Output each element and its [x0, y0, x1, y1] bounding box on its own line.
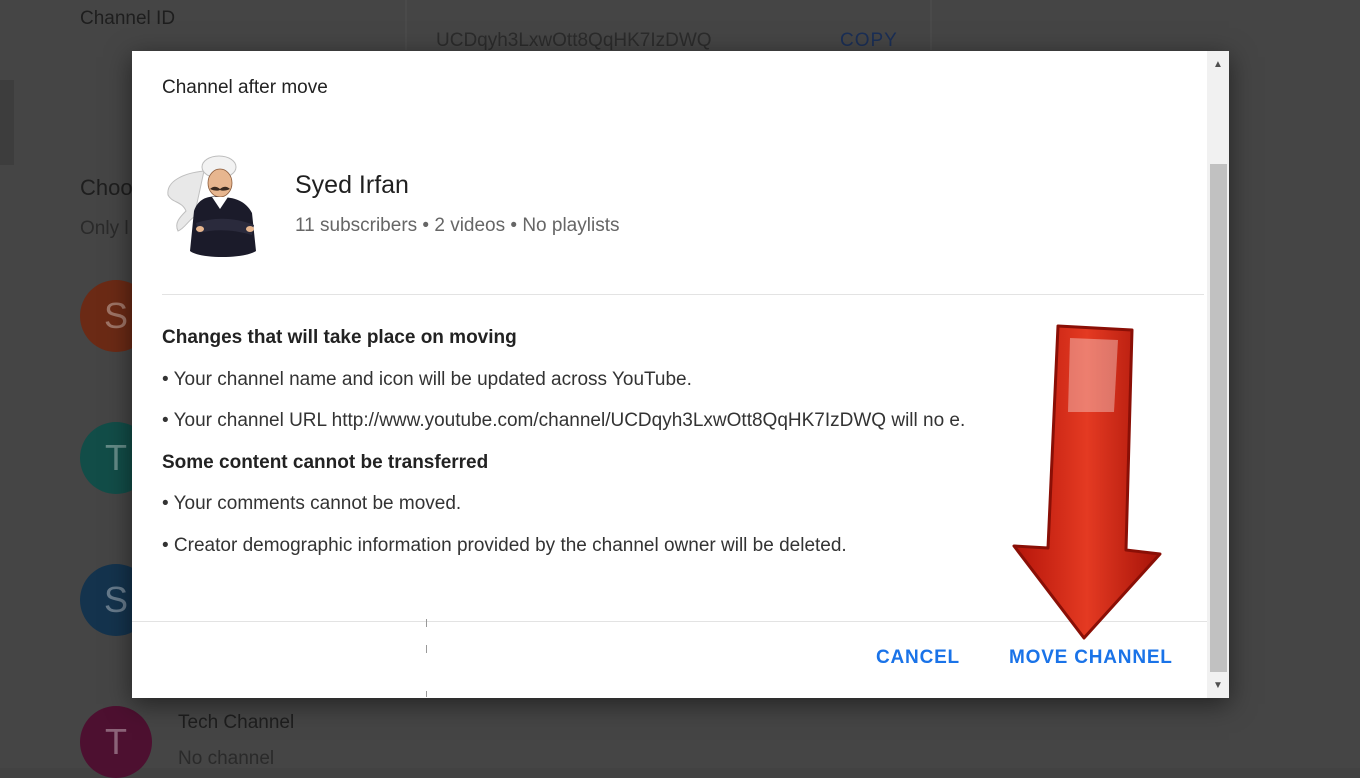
- background-panel-edge: [0, 80, 14, 165]
- channel-name: Syed Irfan: [295, 171, 409, 199]
- divider: [162, 294, 1204, 295]
- background-divider: [930, 0, 932, 50]
- nontransfer-item: • Creator demographic information provid…: [162, 535, 847, 556]
- tech-channel-sub: No channel: [178, 748, 275, 769]
- changes-heading: Changes that will take place on moving: [162, 327, 517, 348]
- channel-stats: 11 subscribers • 2 videos • No playlists: [295, 215, 620, 236]
- dialog-scrollbar[interactable]: ▲ ▼: [1207, 51, 1229, 698]
- channel-id-value: UCDqyh3LxwOtt8QqHK7IzDWQ: [436, 30, 712, 51]
- scroll-up-icon[interactable]: ▲: [1207, 55, 1229, 73]
- dialog-title: Channel after move: [162, 77, 328, 98]
- choose-heading: Choo: [80, 175, 133, 200]
- scroll-down-icon[interactable]: ▼: [1207, 676, 1229, 694]
- cancel-button[interactable]: CANCEL: [876, 647, 960, 669]
- tick-mark: [426, 691, 427, 697]
- background-divider: [405, 0, 407, 50]
- tech-channel-name[interactable]: Tech Channel: [178, 712, 294, 734]
- copy-button[interactable]: COPY: [840, 30, 898, 52]
- channel-avatar[interactable]: T: [80, 706, 152, 778]
- tick-mark: [426, 619, 427, 627]
- nontransfer-item: • Your comments cannot be moved.: [162, 493, 462, 514]
- change-item: • Your channel name and icon will be upd…: [162, 369, 692, 390]
- tick-mark: [426, 645, 427, 653]
- nontransfer-heading: Some content cannot be transferred: [162, 452, 489, 473]
- move-channel-button[interactable]: MOVE CHANNEL: [1009, 647, 1173, 669]
- scroll-thumb[interactable]: [1210, 164, 1227, 672]
- channel-avatar-image: [167, 155, 256, 257]
- red-arrow-icon: [1012, 324, 1162, 640]
- only-label: Only l: [80, 218, 129, 239]
- change-item: • Your channel URL http://www.youtube.co…: [162, 410, 966, 431]
- channel-id-label: Channel ID: [80, 8, 176, 29]
